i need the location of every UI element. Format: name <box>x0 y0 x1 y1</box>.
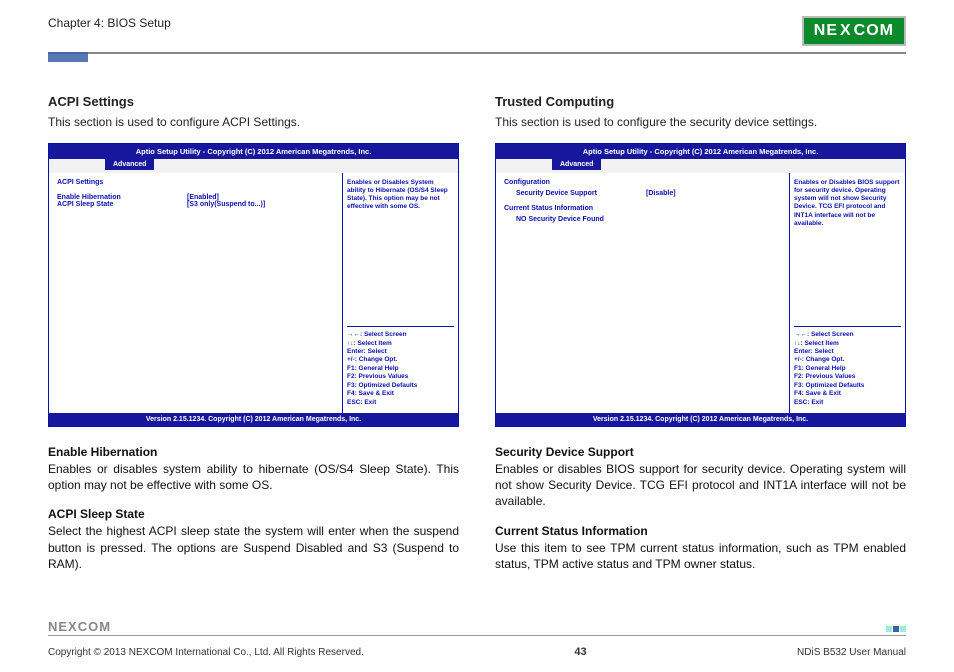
enable-hibernation-body: Enables or disables system ability to hi… <box>48 461 459 493</box>
bios-pane-heading: Configuration <box>504 179 781 186</box>
bios-titlebar: Aptio Setup Utility - Copyright (C) 2012… <box>496 144 905 159</box>
bios-row-label: Enable Hibernation <box>57 194 187 201</box>
bios-screenshot-acpi: Aptio Setup Utility - Copyright (C) 2012… <box>48 143 459 427</box>
bios-tab-advanced: Advanced <box>105 159 154 170</box>
page-tab-accent <box>48 52 88 62</box>
bios-key: +/-: Change Opt. <box>794 356 901 364</box>
bios-row-label: Security Device Support <box>516 190 646 197</box>
bios-key: F1: General Help <box>347 365 454 373</box>
bios-key: F2: Previous Values <box>347 373 454 381</box>
bios-row: Security Device Support [Disable] <box>504 190 781 197</box>
security-device-support-head: Security Device Support <box>495 445 906 459</box>
bios-key: ESC: Exit <box>347 399 454 407</box>
bios-row-value: [Disable] <box>646 190 676 197</box>
bios-key: Enter: Select <box>794 348 901 356</box>
bios-footer: Version 2.15.1234. Copyright (C) 2012 Am… <box>49 413 458 426</box>
trusted-computing-desc: This section is used to configure the se… <box>495 115 906 129</box>
bios-footer: Version 2.15.1234. Copyright (C) 2012 Am… <box>496 413 905 426</box>
footer-manual-name: NDiS B532 User Manual <box>797 647 906 658</box>
bios-help-text: Enables or Disables System ability to Hi… <box>347 179 454 212</box>
bios-right-pane: Enables or Disables BIOS support for sec… <box>790 173 905 413</box>
bios-key: F3: Optimized Defaults <box>347 382 454 390</box>
bios-tab-advanced: Advanced <box>552 159 601 170</box>
bios-help-text: Enables or Disables BIOS support for sec… <box>794 179 901 228</box>
bios-key: Enter: Select <box>347 348 454 356</box>
bios-row: NO Security Device Found <box>504 216 781 223</box>
left-column: ACPI Settings This section is used to co… <box>48 94 459 572</box>
enable-hibernation-head: Enable Hibernation <box>48 445 459 459</box>
bios-key: F2: Previous Values <box>794 373 901 381</box>
logo-x-icon: X <box>840 22 852 40</box>
bios-key: F4: Save & Exit <box>794 390 901 398</box>
footer-squares-icon <box>886 626 906 632</box>
bios-key: →←: Select Screen <box>347 331 454 339</box>
bios-titlebar: Aptio Setup Utility - Copyright (C) 2012… <box>49 144 458 159</box>
acpi-settings-title: ACPI Settings <box>48 94 459 109</box>
footer-divider <box>48 635 906 636</box>
page-number: 43 <box>574 646 586 658</box>
current-status-info-body: Use this item to see TPM current status … <box>495 540 906 572</box>
security-device-support-body: Enables or disables BIOS support for sec… <box>495 461 906 510</box>
bios-key: +/-: Change Opt. <box>347 356 454 364</box>
brand-logo: NEXCOM <box>802 16 906 46</box>
right-column: Trusted Computing This section is used t… <box>495 94 906 572</box>
bios-key: F4: Save & Exit <box>347 390 454 398</box>
bios-key: ↑↓: Select Item <box>794 340 901 348</box>
bios-row-value: [S3 only(Suspend to...)] <box>187 201 265 208</box>
bios-tabs: Advanced <box>49 159 458 173</box>
trusted-computing-title: Trusted Computing <box>495 94 906 109</box>
bios-screenshot-trusted: Aptio Setup Utility - Copyright (C) 2012… <box>495 143 906 427</box>
bios-key: F1: General Help <box>794 365 901 373</box>
bios-left-pane: Configuration Security Device Support [D… <box>496 173 790 413</box>
logo-text-right: COM <box>854 22 894 40</box>
bios-key-legend: →←: Select Screen ↑↓: Select Item Enter:… <box>794 326 901 407</box>
bios-row-value: [Enabled] <box>187 194 219 201</box>
bios-key: F3: Optimized Defaults <box>794 382 901 390</box>
bios-tabs: Advanced <box>496 159 905 173</box>
bios-row: Enable Hibernation [Enabled] <box>57 194 334 201</box>
bios-key: ESC: Exit <box>794 399 901 407</box>
bios-pane-heading: ACPI Settings <box>57 179 334 186</box>
bios-key: ↑↓: Select Item <box>347 340 454 348</box>
bios-key-legend: →←: Select Screen ↑↓: Select Item Enter:… <box>347 326 454 407</box>
bios-pane-heading2: Current Status Information <box>504 205 781 212</box>
acpi-sleep-state-body: Select the highest ACPI sleep state the … <box>48 523 459 572</box>
footer-logo: NEXCOM <box>48 619 111 634</box>
footer-copyright: Copyright © 2013 NEXCOM International Co… <box>48 647 364 658</box>
bios-key: →←: Select Screen <box>794 331 901 339</box>
bios-right-pane: Enables or Disables System ability to Hi… <box>343 173 458 413</box>
acpi-sleep-state-head: ACPI Sleep State <box>48 507 459 521</box>
acpi-settings-desc: This section is used to configure ACPI S… <box>48 115 459 129</box>
bios-left-pane: ACPI Settings Enable Hibernation [Enable… <box>49 173 343 413</box>
chapter-label: Chapter 4: BIOS Setup <box>48 16 171 30</box>
bios-row-label: ACPI Sleep State <box>57 201 187 208</box>
bios-row-label: NO Security Device Found <box>516 216 646 223</box>
current-status-info-head: Current Status Information <box>495 524 906 538</box>
logo-text-left: NE <box>814 22 838 40</box>
bios-row: ACPI Sleep State [S3 only(Suspend to...)… <box>57 201 334 208</box>
